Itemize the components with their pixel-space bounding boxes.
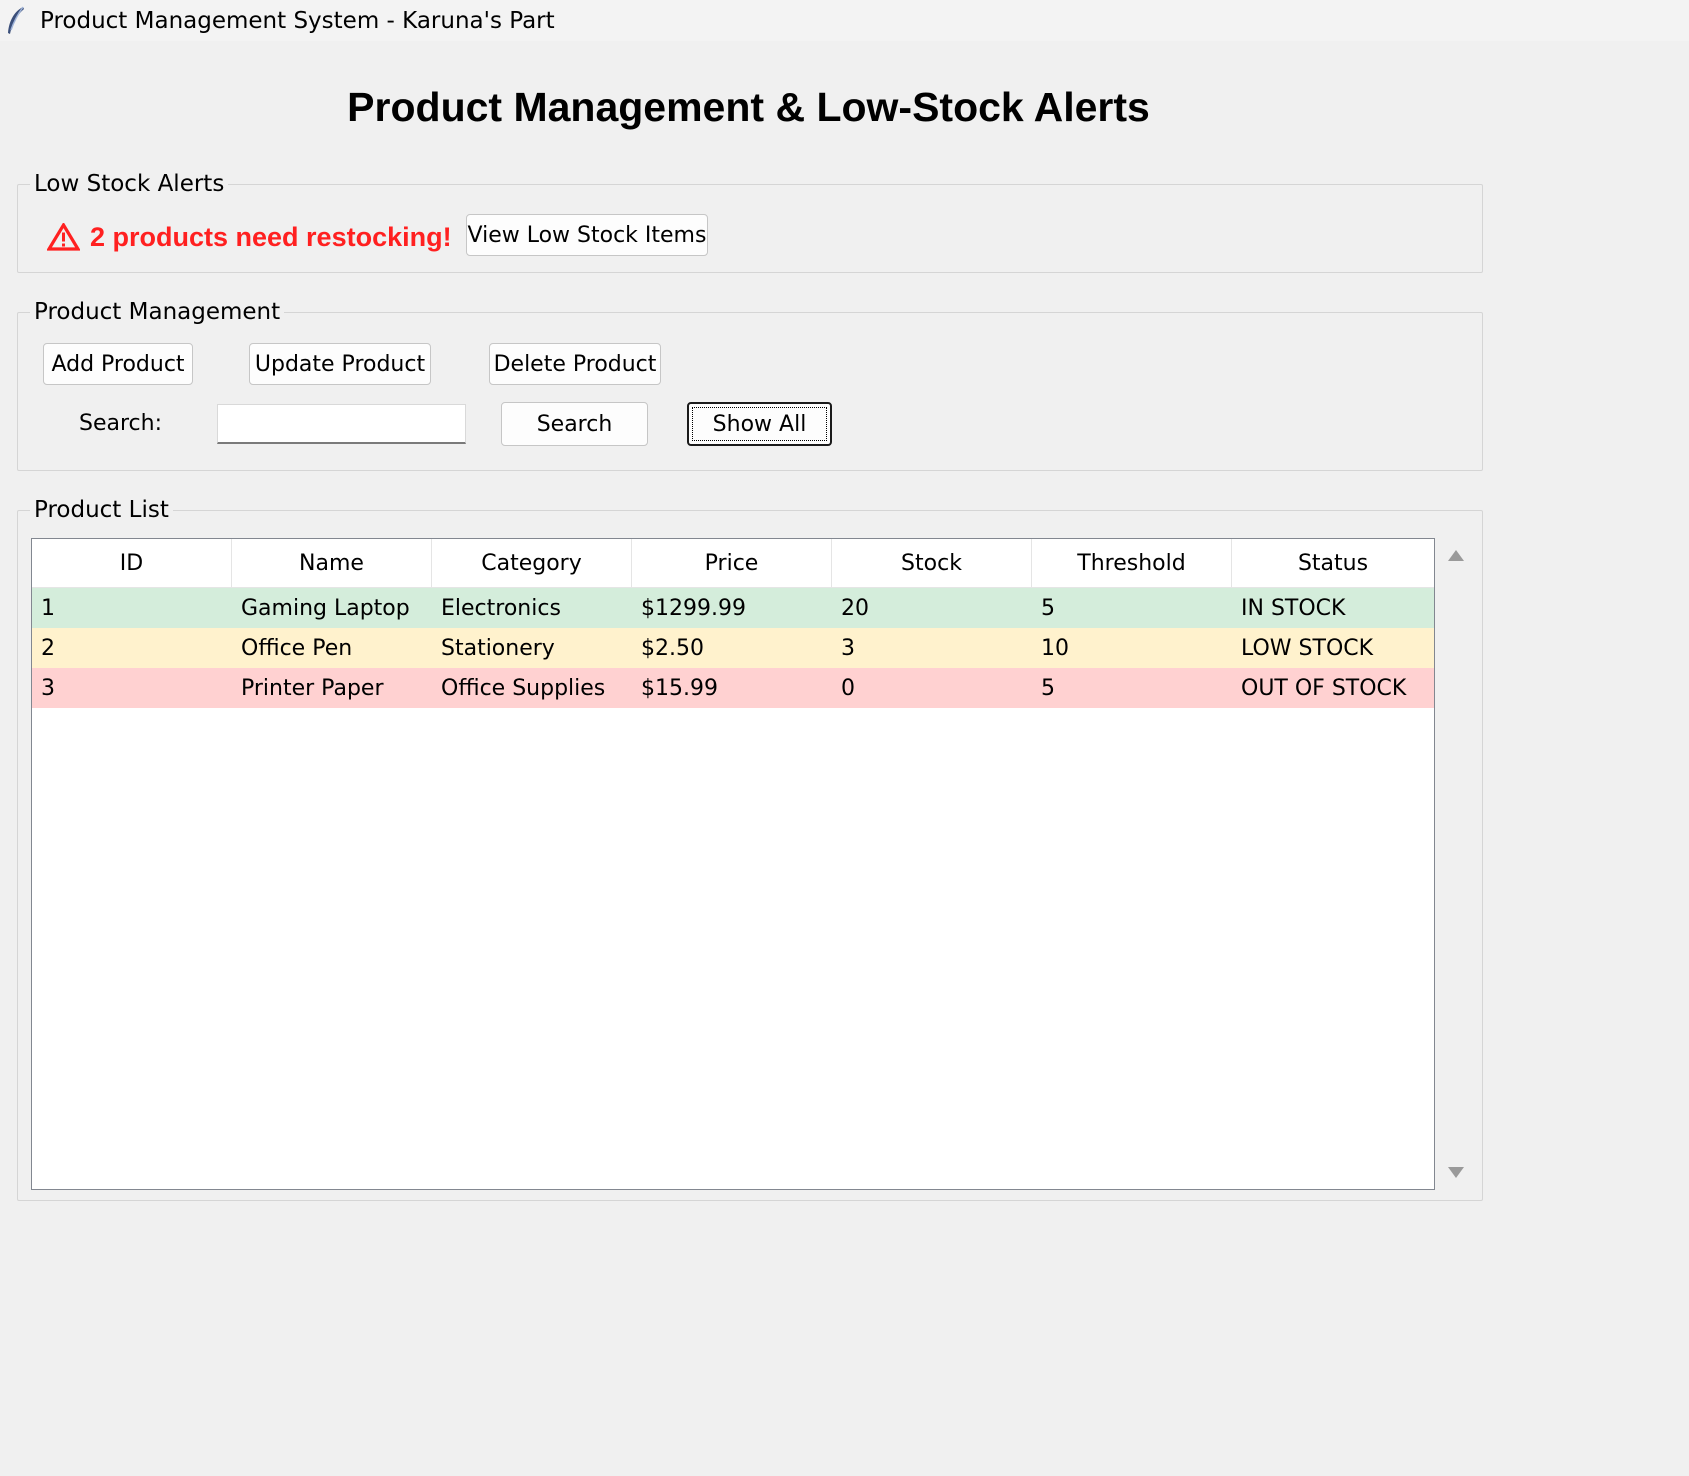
cell-price: $1299.99 xyxy=(641,595,746,621)
table-row[interactable]: 2 Office Pen Stationery $2.50 3 10 LOW S… xyxy=(32,628,1434,668)
cell-threshold: 10 xyxy=(1041,635,1069,661)
column-header-category[interactable]: Category xyxy=(432,539,632,587)
scroll-down-arrow-icon[interactable] xyxy=(1448,1167,1464,1178)
column-header-id[interactable]: ID xyxy=(32,539,232,587)
product-table[interactable]: ID Name Category Price Stock Threshold S… xyxy=(31,538,1435,1190)
table-header: ID Name Category Price Stock Threshold S… xyxy=(32,539,1434,588)
delete-product-button[interactable]: Delete Product xyxy=(489,343,661,385)
column-header-threshold[interactable]: Threshold xyxy=(1032,539,1232,587)
cell-stock: 0 xyxy=(841,675,855,701)
cell-category: Office Supplies xyxy=(441,675,606,701)
search-input[interactable] xyxy=(217,404,466,444)
search-button[interactable]: Search xyxy=(501,402,648,446)
warning-triangle-icon xyxy=(47,223,80,251)
cell-status: LOW STOCK xyxy=(1241,635,1374,661)
product-management-group: Product Management xyxy=(17,297,1483,471)
column-header-stock[interactable]: Stock xyxy=(832,539,1032,587)
table-row[interactable]: 3 Printer Paper Office Supplies $15.99 0… xyxy=(32,668,1434,708)
cell-id: 2 xyxy=(41,635,55,661)
scroll-up-arrow-icon[interactable] xyxy=(1448,550,1464,561)
cell-name: Printer Paper xyxy=(241,675,384,701)
cell-stock: 20 xyxy=(841,595,869,621)
view-low-stock-button[interactable]: View Low Stock Items xyxy=(466,214,708,256)
show-all-button[interactable]: Show All xyxy=(687,402,832,446)
low-stock-alert-message: 2 products need restocking! xyxy=(90,221,452,252)
add-product-button[interactable]: Add Product xyxy=(43,343,193,385)
cell-threshold: 5 xyxy=(1041,595,1055,621)
product-list-legend: Product List xyxy=(30,495,173,525)
cell-price: $2.50 xyxy=(641,635,704,661)
page-title: Product Management & Low-Stock Alerts xyxy=(347,84,1150,130)
title-bar: Product Management System - Karuna's Par… xyxy=(0,0,1689,41)
low-stock-alert-message-container: 2 products need restocking! xyxy=(47,217,452,257)
product-management-legend: Product Management xyxy=(30,297,285,327)
window-title: Product Management System - Karuna's Par… xyxy=(40,7,555,34)
table-row[interactable]: 1 Gaming Laptop Electronics $1299.99 20 … xyxy=(32,588,1434,628)
cell-status: OUT OF STOCK xyxy=(1241,675,1407,701)
search-label: Search: xyxy=(79,411,162,436)
cell-name: Gaming Laptop xyxy=(241,595,410,621)
cell-status: IN STOCK xyxy=(1241,595,1346,621)
cell-price: $15.99 xyxy=(641,675,718,701)
cell-id: 1 xyxy=(41,595,55,621)
feather-icon xyxy=(8,6,24,34)
cell-name: Office Pen xyxy=(241,635,353,661)
cell-id: 3 xyxy=(41,675,55,701)
vertical-scrollbar[interactable] xyxy=(1441,538,1469,1190)
cell-category: Stationery xyxy=(441,635,555,661)
cell-stock: 3 xyxy=(841,635,855,661)
column-header-status[interactable]: Status xyxy=(1232,539,1434,587)
low-stock-alerts-legend: Low Stock Alerts xyxy=(30,169,229,199)
cell-category: Electronics xyxy=(441,595,561,621)
column-header-name[interactable]: Name xyxy=(232,539,432,587)
focus-ring xyxy=(692,407,827,441)
column-header-price[interactable]: Price xyxy=(632,539,832,587)
app-window: Product Management System - Karuna's Par… xyxy=(0,0,1689,1476)
update-product-button[interactable]: Update Product xyxy=(249,343,431,385)
cell-threshold: 5 xyxy=(1041,675,1055,701)
